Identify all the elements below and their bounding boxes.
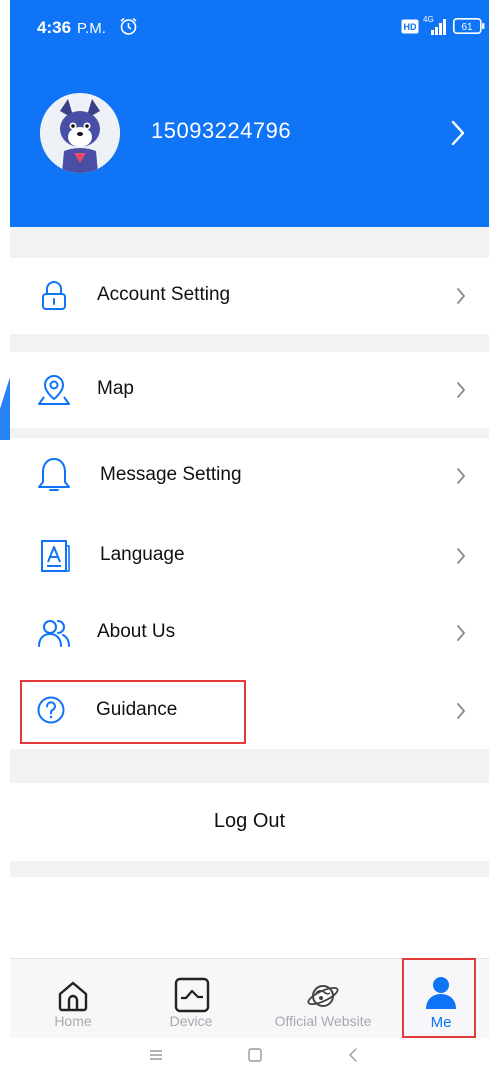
tab-label: Official Website	[274, 1013, 372, 1029]
menu-item-label: Map	[97, 378, 134, 399]
lock-icon	[42, 281, 66, 310]
menu-item-about-us[interactable]: About Us	[10, 595, 489, 671]
chevron-right-icon	[457, 548, 465, 564]
dog-avatar-icon	[40, 93, 120, 173]
tab-device[interactable]: Device	[146, 959, 236, 1039]
svg-text:4G: 4G	[423, 15, 434, 24]
status-ampm: P.M.	[77, 20, 106, 37]
system-navigation-bar	[10, 1038, 489, 1075]
tab-label: Device	[169, 1013, 213, 1029]
planet-icon	[307, 985, 339, 1007]
home-icon	[58, 981, 88, 1012]
chevron-right-icon	[457, 468, 465, 484]
users-icon	[38, 620, 70, 647]
bell-icon	[38, 458, 70, 491]
menu-item-language[interactable]: Language	[10, 518, 489, 594]
chevron-right-icon	[457, 625, 465, 641]
menu-item-message-setting[interactable]: Message Setting	[10, 438, 489, 514]
logout-label: Log Out	[213, 810, 286, 832]
hd-icon: HD	[401, 19, 419, 34]
chevron-right-icon	[457, 382, 465, 398]
battery-level: 61	[461, 22, 473, 33]
battery-icon: 61	[453, 18, 485, 34]
tab-official-website[interactable]: Official Website	[253, 959, 393, 1039]
section-divider	[10, 749, 489, 783]
account-phone-number[interactable]: 15093224796	[151, 118, 291, 144]
tab-home[interactable]: Home	[28, 959, 118, 1039]
language-icon	[41, 540, 70, 572]
section-divider	[10, 861, 489, 877]
chevron-right-icon	[457, 703, 465, 719]
back-chevron-icon[interactable]	[344, 1046, 362, 1064]
guidance-highlight-box	[20, 680, 246, 744]
home-square-icon[interactable]	[246, 1046, 264, 1064]
section-divider	[10, 428, 489, 438]
menu-item-account-setting[interactable]: Account Setting	[10, 258, 489, 334]
status-bar: 4:36 P.M. HD 4G 61	[10, 0, 489, 56]
chevron-right-icon	[457, 288, 465, 304]
menu-item-label: Language	[100, 544, 185, 565]
avatar[interactable]	[40, 93, 120, 173]
menu-lines-icon[interactable]	[147, 1046, 165, 1064]
menu-item-label: About Us	[97, 621, 176, 642]
menu-item-label: Message Setting	[100, 464, 242, 485]
menu-item-label: Account Setting	[97, 284, 231, 305]
alarm-icon	[120, 17, 137, 35]
tab-label: Home	[54, 1013, 92, 1029]
chevron-right-icon[interactable]	[450, 119, 466, 147]
me-tab-highlight-box	[402, 958, 476, 1038]
me-screen: 4:36 P.M. HD 4G 61 15093224796 Account S…	[0, 0, 489, 1075]
section-divider	[10, 334, 489, 352]
map-pin-icon	[38, 374, 70, 405]
device-icon	[174, 977, 210, 1013]
section-divider	[10, 227, 489, 258]
signal-icon: 4G	[423, 15, 446, 35]
logout-button[interactable]: Log Out	[10, 783, 489, 861]
menu-item-map[interactable]: Map	[10, 352, 489, 428]
profile-header: 4:36 P.M. HD 4G 61 15093224796	[10, 0, 489, 227]
svg-text:HD: HD	[404, 22, 417, 32]
status-time: 4:36	[37, 18, 72, 37]
